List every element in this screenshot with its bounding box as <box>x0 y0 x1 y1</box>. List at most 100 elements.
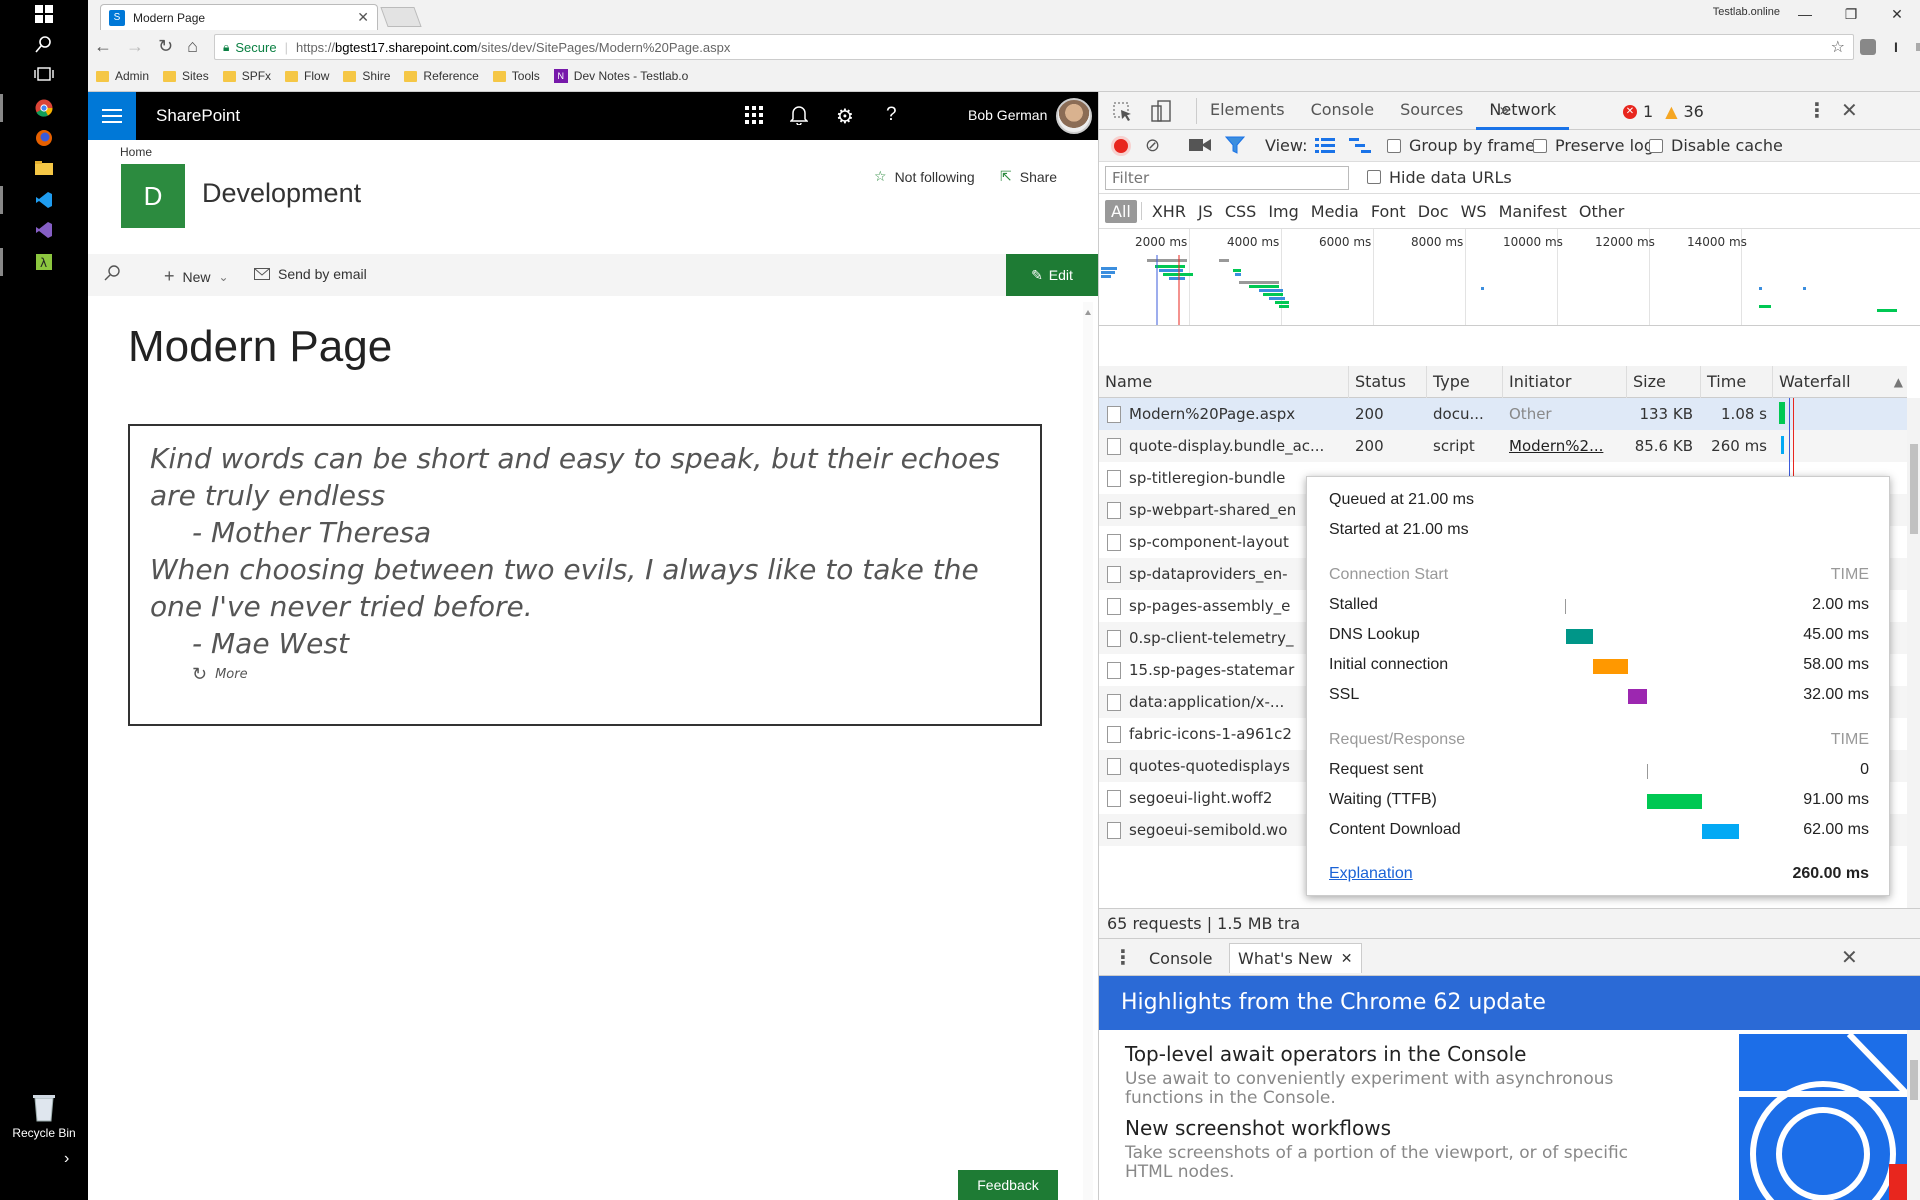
inspect-element-icon[interactable] <box>1113 102 1133 122</box>
recycle-bin-shortcut[interactable]: Recycle Bin <box>12 1092 76 1140</box>
extension-icon[interactable] <box>1915 42 1920 51</box>
help-icon[interactable]: ? <box>886 104 897 126</box>
bookmark-item[interactable]: Admin <box>96 69 149 83</box>
cell-initiator[interactable]: Modern%2... <box>1509 430 1627 462</box>
type-filter-other[interactable]: Other <box>1573 200 1630 223</box>
network-overview[interactable]: 2000 ms 4000 ms 6000 ms 8000 ms 10000 ms 1200… <box>1099 228 1920 326</box>
share-button[interactable]: ⇱ Share <box>1000 168 1057 185</box>
column-initiator[interactable]: Initiator <box>1503 366 1627 398</box>
chrome-app-icon[interactable] <box>0 94 58 122</box>
type-filter-font[interactable]: Font <box>1365 200 1412 223</box>
close-tab-icon[interactable]: ✕ <box>357 9 369 26</box>
search-icon[interactable] <box>104 265 120 281</box>
bell-icon[interactable] <box>790 105 808 125</box>
new-tab-button[interactable] <box>380 7 422 27</box>
drawer-tab-whats-new[interactable]: What's New ✕ <box>1229 943 1362 973</box>
explanation-link[interactable]: Explanation <box>1329 865 1413 883</box>
new-button[interactable]: + New ⌄ <box>164 266 229 287</box>
whats-new-item[interactable]: New screenshot workflows Take screenshot… <box>1125 1116 1645 1182</box>
column-status[interactable]: Status <box>1349 366 1427 398</box>
forward-icon[interactable]: → <box>126 36 144 57</box>
user-name[interactable]: Bob German <box>968 107 1047 123</box>
devtools-menu-icon[interactable]: ⋮ <box>1807 98 1827 122</box>
close-drawer-icon[interactable]: ✕ <box>1841 945 1858 969</box>
chevron-right-icon[interactable]: › <box>64 1150 69 1168</box>
table-row[interactable]: quote-display.bundle_ac... 200 script Moder… <box>1099 430 1907 462</box>
app-icon[interactable]: λ <box>0 248 58 276</box>
drawer-tab-console[interactable]: Console <box>1149 949 1213 968</box>
follow-button[interactable]: ☆ Not following <box>874 168 975 185</box>
browser-tab[interactable]: S Modern Page ✕ <box>100 4 378 30</box>
send-by-email-button[interactable]: Send by email <box>254 266 367 282</box>
record-button[interactable] <box>1111 136 1131 156</box>
bookmark-item[interactable]: Flow <box>285 69 329 83</box>
disable-cache-checkbox[interactable] <box>1649 138 1663 157</box>
app-launcher-button[interactable] <box>88 92 136 140</box>
search-icon[interactable] <box>30 30 58 58</box>
close-window-icon[interactable]: ✕ <box>1874 6 1920 23</box>
whats-new-item[interactable]: Top-level await operators in the Console… <box>1125 1042 1645 1108</box>
filter-input[interactable] <box>1105 166 1349 190</box>
group-by-frame-checkbox[interactable] <box>1387 138 1401 157</box>
feedback-button[interactable]: Feedback <box>958 1170 1058 1200</box>
type-filter-xhr[interactable]: XHR <box>1146 200 1192 223</box>
table-row[interactable]: Modern%20Page.aspx 200 docu... Other 133 KB 1… <box>1099 398 1907 430</box>
column-type[interactable]: Type <box>1427 366 1503 398</box>
bookmark-item[interactable]: SPFx <box>222 69 271 83</box>
device-toolbar-icon[interactable] <box>1151 100 1171 122</box>
drawer-menu-icon[interactable]: ⋮ <box>1113 945 1133 969</box>
filter-icon[interactable] <box>1225 136 1245 154</box>
devtools-tab-console[interactable]: Console <box>1298 92 1388 130</box>
type-filter-media[interactable]: Media <box>1305 200 1365 223</box>
type-filter-css[interactable]: CSS <box>1219 200 1262 223</box>
preserve-log-checkbox[interactable] <box>1533 138 1547 157</box>
extension-icon[interactable] <box>1860 38 1876 55</box>
devtools-tab-elements[interactable]: Elements <box>1197 92 1298 130</box>
file-explorer-icon[interactable] <box>30 154 58 182</box>
list-view-icon[interactable] <box>1315 138 1335 154</box>
type-filter-ws[interactable]: WS <box>1455 200 1493 223</box>
edit-button[interactable]: ✎ Edit <box>1006 254 1098 296</box>
devtools-tab-network[interactable]: Network <box>1476 92 1570 130</box>
extension-icon[interactable]: I <box>1894 39 1898 55</box>
type-filter-manifest[interactable]: Manifest <box>1493 200 1573 223</box>
firefox-app-icon[interactable] <box>30 124 58 152</box>
address-bar[interactable]: 🔒︎ Secure | https:// bgtest17.sharepoint… <box>214 34 1854 60</box>
gear-icon[interactable]: ⚙ <box>836 104 854 129</box>
bookmark-item[interactable]: Tools <box>492 69 540 83</box>
bookmark-item[interactable]: Sites <box>163 69 209 83</box>
camera-icon[interactable] <box>1189 137 1211 153</box>
type-filter-js[interactable]: JS <box>1192 200 1219 223</box>
bookmark-star-icon[interactable]: ☆ <box>1831 37 1845 57</box>
bookmark-item[interactable]: N Dev Notes - Testlab.o <box>553 69 688 83</box>
waterfall-view-icon[interactable] <box>1349 138 1371 154</box>
request-scrollbar[interactable] <box>1907 398 1920 908</box>
back-icon[interactable]: ← <box>94 36 112 57</box>
more-button[interactable]: ↻ More <box>150 666 1020 684</box>
type-filter-all[interactable]: All <box>1105 199 1137 223</box>
type-filter-doc[interactable]: Doc <box>1412 200 1455 223</box>
type-filter-img[interactable]: Img <box>1262 200 1304 223</box>
column-size[interactable]: Size <box>1627 366 1701 398</box>
breadcrumb[interactable]: Home <box>120 145 152 159</box>
profile-label[interactable]: Testlab.online <box>1713 6 1780 18</box>
minimize-icon[interactable]: — <box>1782 6 1828 22</box>
avatar[interactable] <box>1056 98 1092 134</box>
error-counter[interactable]: ✕ 1 ▲ 36 <box>1623 102 1704 121</box>
bookmark-item[interactable]: Reference <box>404 69 479 83</box>
visual-studio-app-icon[interactable] <box>30 216 58 244</box>
hide-data-urls-checkbox[interactable] <box>1367 170 1381 188</box>
task-view-icon[interactable] <box>30 60 58 88</box>
waffle-icon[interactable] <box>745 106 763 124</box>
column-waterfall[interactable]: Waterfall ▲ <box>1773 366 1907 398</box>
reload-icon[interactable]: ↻ <box>158 36 173 57</box>
page-scrollbar[interactable] <box>1083 302 1093 1200</box>
vscode-app-icon[interactable] <box>0 186 58 214</box>
column-name[interactable]: Name <box>1099 366 1349 398</box>
close-devtools-icon[interactable]: ✕ <box>1841 98 1858 122</box>
close-tab-icon[interactable]: ✕ <box>1341 951 1353 967</box>
clear-icon[interactable]: ⊘ <box>1145 135 1160 156</box>
home-icon[interactable]: ⌂ <box>187 36 198 57</box>
column-time[interactable]: Time <box>1701 366 1773 398</box>
site-logo[interactable]: D <box>121 164 185 228</box>
